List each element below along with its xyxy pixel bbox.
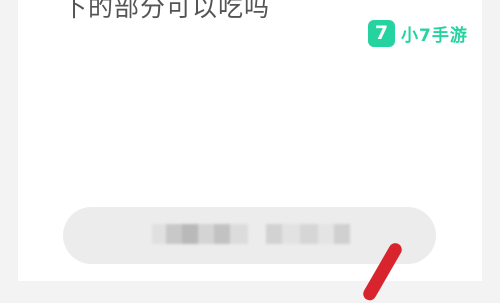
brand-badge-icon: 7 bbox=[368, 20, 395, 47]
comment-input-box[interactable] bbox=[63, 207, 436, 264]
brand-name: 小7手游 bbox=[401, 26, 468, 46]
brand-watermark: 7 小7手游 bbox=[368, 20, 468, 47]
brand-badge-glyph: 7 bbox=[374, 22, 389, 44]
blurred-text-block bbox=[152, 224, 248, 244]
blurred-text-block bbox=[266, 224, 350, 244]
post-heading: 下的部分可以吃吗 bbox=[62, 0, 271, 22]
